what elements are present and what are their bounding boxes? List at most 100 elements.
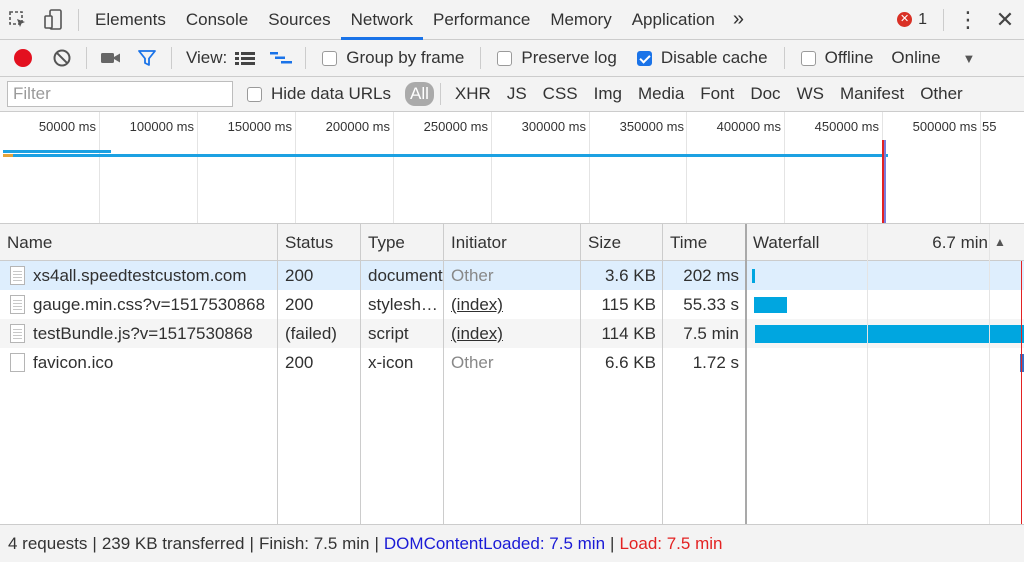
view-label: View:	[186, 48, 228, 67]
filter-type-manifest[interactable]: Manifest	[840, 84, 912, 104]
tab-sources[interactable]: Sources	[258, 0, 340, 40]
summary-status-bar: 4 requests | 239 KB transferred | Finish…	[0, 524, 1024, 562]
request-initiator-link[interactable]: (index)	[444, 319, 581, 348]
offline-checkbox[interactable]: Offline	[791, 48, 884, 68]
checkbox-checked[interactable]	[636, 50, 652, 66]
column-header-size[interactable]: Size	[581, 224, 663, 261]
hide-data-urls-checkbox[interactable]: Hide data URLs	[233, 84, 401, 104]
filter-type-font[interactable]: Font	[700, 84, 742, 104]
column-divider[interactable]	[580, 224, 581, 524]
overview-tick-label: 200000 ms	[325, 119, 390, 134]
checkbox-unchecked[interactable]	[247, 86, 262, 102]
checkbox-unchecked[interactable]	[497, 50, 513, 66]
request-count: 4 requests	[8, 533, 88, 553]
overview-tick-label: 150000 ms	[227, 119, 292, 134]
request-status: 200	[285, 266, 314, 285]
overview-gridline	[980, 112, 981, 223]
table-row[interactable]: favicon.ico 200 x-icon Other 6.6 KB 1.72…	[0, 348, 1024, 377]
column-divider[interactable]	[745, 224, 747, 524]
device-toolbar-icon[interactable]	[36, 0, 72, 40]
dom-content-loaded-marker	[884, 140, 886, 223]
tab-elements[interactable]: Elements	[85, 0, 176, 40]
column-divider[interactable]	[443, 224, 444, 524]
tab-network[interactable]: Network	[340, 0, 423, 40]
column-header-initiator[interactable]: Initiator	[444, 224, 581, 261]
file-icon	[10, 353, 25, 372]
close-icon[interactable]: ✕	[986, 0, 1024, 40]
column-header-status[interactable]: Status	[278, 224, 361, 261]
overview-tick-label: 350000 ms	[619, 119, 684, 134]
tab-memory[interactable]: Memory	[540, 0, 621, 40]
tab-performance[interactable]: Performance	[423, 0, 540, 40]
waterfall-bar	[754, 297, 787, 313]
request-name[interactable]: favicon.ico	[26, 348, 278, 377]
request-name[interactable]: xs4all.speedtestcustom.com	[26, 261, 278, 290]
request-time: 7.5 min	[683, 324, 739, 343]
waterfall-gridline	[867, 224, 868, 524]
column-divider[interactable]	[662, 224, 663, 524]
filter-type-js[interactable]: JS	[507, 84, 535, 104]
waterfall-scale-label: 6.7 min	[932, 233, 988, 252]
record-button[interactable]	[14, 49, 32, 67]
request-status: 200	[285, 295, 314, 314]
capture-screenshots-icon[interactable]	[93, 40, 129, 77]
filter-type-xhr[interactable]: XHR	[455, 84, 499, 104]
request-size: 6.6 KB	[604, 353, 656, 372]
script-file-icon	[10, 324, 25, 343]
filter-type-media[interactable]: Media	[638, 84, 692, 104]
waterfall-gridline	[989, 224, 990, 524]
toolbar-divider	[171, 47, 172, 69]
filter-type-ws[interactable]: WS	[797, 84, 832, 104]
checkbox-unchecked[interactable]	[322, 50, 338, 66]
clear-icon[interactable]	[44, 40, 80, 77]
filter-type-all[interactable]: All	[405, 82, 434, 106]
column-divider[interactable]	[360, 224, 361, 524]
table-row[interactable]: testBundle.js?v=1517530868 (failed) scri…	[0, 319, 1024, 348]
waterfall-view-icon[interactable]	[263, 40, 299, 77]
request-time: 202 ms	[683, 266, 739, 285]
filter-type-doc[interactable]: Doc	[750, 84, 788, 104]
more-tabs-button[interactable]: »	[725, 0, 752, 40]
table-row[interactable]: gauge.min.css?v=1517530868 200 styleshee…	[0, 290, 1024, 319]
status-separator: |	[92, 533, 97, 553]
filter-type-css[interactable]: CSS	[543, 84, 586, 104]
filter-type-img[interactable]: Img	[594, 84, 630, 104]
transferred-size: 239 KB transferred	[101, 533, 245, 553]
more-options-icon[interactable]: ⋮	[950, 0, 986, 40]
request-size: 115 KB	[601, 295, 656, 314]
request-size: 114 KB	[601, 324, 656, 343]
column-header-time[interactable]: Time	[663, 224, 746, 261]
request-initiator-link[interactable]: (index)	[444, 290, 581, 319]
disable-cache-checkbox[interactable]: Disable cache	[627, 48, 778, 68]
inspect-element-icon[interactable]	[0, 0, 36, 40]
toolbar-divider	[439, 83, 441, 105]
toolbar-divider	[305, 47, 307, 69]
column-divider[interactable]	[277, 224, 278, 524]
table-row[interactable]: xs4all.speedtestcustom.com 200 document …	[0, 261, 1024, 290]
error-count: 1	[918, 10, 927, 28]
checkbox-unchecked[interactable]	[800, 50, 816, 66]
devtools-tab-bar: Elements Console Sources Network Perform…	[0, 0, 1024, 40]
column-header-name[interactable]: Name	[0, 224, 278, 261]
filter-bar: Hide data URLs All XHR JS CSS Img Media …	[0, 77, 1024, 112]
sort-ascending-icon[interactable]: ▲	[994, 224, 1014, 261]
filter-icon[interactable]	[129, 40, 165, 77]
request-name[interactable]: testBundle.js?v=1517530868	[26, 319, 278, 348]
filter-type-other[interactable]: Other	[920, 84, 971, 104]
large-rows-icon[interactable]	[227, 40, 263, 77]
tab-console[interactable]: Console	[176, 0, 258, 40]
tab-application[interactable]: Application	[622, 0, 725, 40]
request-name[interactable]: gauge.min.css?v=1517530868	[26, 290, 278, 319]
preserve-log-checkbox[interactable]: Preserve log	[487, 48, 626, 68]
group-by-frame-checkbox[interactable]: Group by frame	[312, 48, 474, 68]
overview-request-bar	[3, 154, 13, 157]
filter-input[interactable]	[7, 81, 233, 107]
overview-tick-label: 55	[982, 119, 997, 134]
network-overview-timeline[interactable]: 50000 ms 100000 ms 150000 ms 200000 ms 2…	[0, 112, 1024, 224]
error-count-badge[interactable]: ✕ 1	[887, 11, 937, 29]
throttling-select[interactable]: Online ▼	[883, 48, 983, 68]
overview-request-bar	[3, 154, 888, 157]
load-event-line	[1021, 261, 1022, 524]
column-header-type[interactable]: Type	[361, 224, 444, 261]
column-header-waterfall[interactable]: Waterfall	[746, 224, 886, 261]
